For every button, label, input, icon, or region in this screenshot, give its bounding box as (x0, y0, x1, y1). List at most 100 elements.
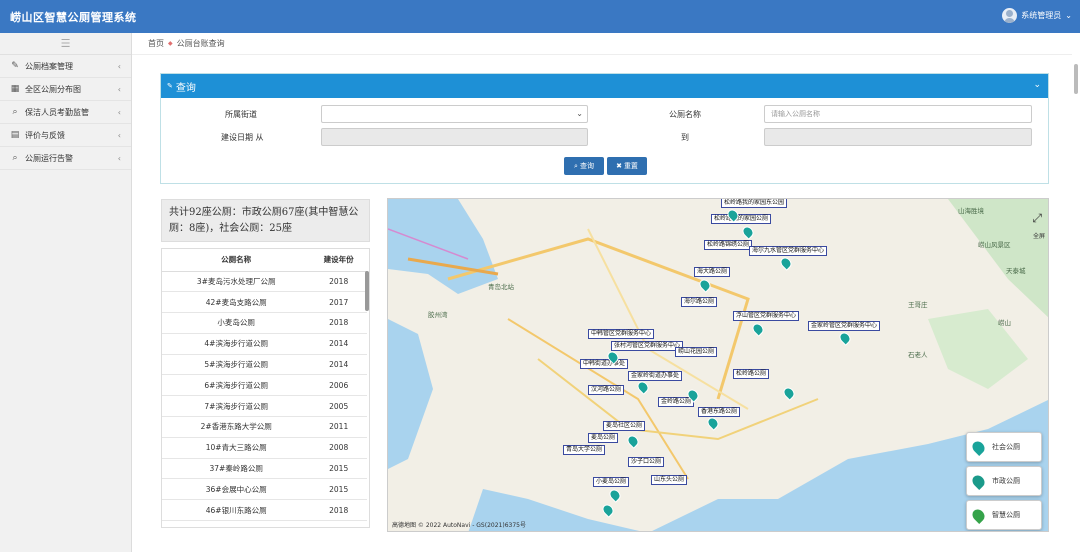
table-row[interactable]: 7#滨海步行道公厕 2005 (162, 395, 367, 418)
sidebar-item-records[interactable]: ✎ 公厕档案管理 ‹ (0, 55, 131, 78)
street-select[interactable]: ⌄ (321, 105, 588, 123)
search-icon: ⌕ (12, 107, 18, 117)
menu-toggle-icon[interactable]: ☰ (0, 33, 131, 55)
place-label: 胶州湾 (428, 311, 448, 319)
search-icon: ⌕ (12, 153, 18, 163)
tag-icon: ✎ (167, 82, 173, 90)
table-row[interactable]: 10#青大三路公厕 2008 (162, 437, 367, 459)
list-icon: ▤ (10, 130, 20, 140)
map-icon: ▦ (10, 84, 20, 94)
map-marker-label[interactable]: 汉河路公厕 (588, 385, 625, 395)
map-marker-label[interactable]: 金家岭街道办事处 (628, 371, 683, 381)
map-credit: 高德地图 © 2022 AutoNavi - GS(2021)6375号 (392, 522, 526, 529)
map-marker-label[interactable]: 青岛大学公厕 (563, 445, 606, 455)
column-header-year[interactable]: 建设年份 (310, 249, 367, 272)
table-row[interactable]: 3#麦岛污水处理厂公厕 2018 (162, 271, 367, 293)
map-marker-label[interactable]: 松岭路锦绣公厕 (704, 240, 753, 250)
sidebar-item-distribution[interactable]: ▦ 全区公厕分布图 ‹ (0, 78, 131, 101)
map-marker-label[interactable]: 张村河管区党群服务中心 (611, 341, 684, 351)
name-label: 公厕名称 (669, 110, 701, 119)
map-marker-label[interactable]: 山东头公厕 (651, 475, 688, 485)
table-row[interactable]: 4#滨海步行道公厕 2014 (162, 333, 367, 355)
table-scrollbar[interactable] (365, 271, 369, 311)
map-marker-label[interactable]: 麦岛社区公厕 (603, 421, 646, 431)
toilet-table: 公厕名称 建设年份 3#麦岛污水处理厂公厕 2018 42#麦岛支路公厕 2017 … (161, 248, 370, 528)
place-label: 山海胜境 (958, 207, 984, 215)
page-scrollbar[interactable] (1074, 64, 1078, 94)
close-icon: ✖ (616, 162, 622, 170)
street-label: 所属街道 (225, 110, 257, 119)
fullscreen-label[interactable]: 全屏 (1033, 231, 1045, 240)
place-label: 王哥庄 (908, 301, 928, 309)
map-marker-label[interactable]: 海尔九水管区党群服务中心 (749, 246, 828, 256)
map-marker-label[interactable]: 崂山花园公厕 (675, 347, 718, 357)
place-label: 崂山 (998, 319, 1011, 327)
sidebar: ☰ ✎ 公厕档案管理 ‹ ▦ 全区公厕分布图 ‹ ⌕ 保洁人员考勤监管 ‹ ▤ … (0, 33, 132, 552)
map-marker-label[interactable]: 香港东路公厕 (698, 407, 741, 417)
breadcrumb-home[interactable]: 首页 (148, 38, 164, 49)
table-row[interactable]: 42#麦岛支路公厕 2017 (162, 291, 367, 314)
map-marker-label[interactable]: 海大路公厕 (694, 267, 731, 277)
breadcrumb-separator-icon: ◆ (168, 40, 173, 47)
sidebar-item-alerts[interactable]: ⌕ 公厕运行告警 ‹ (0, 147, 131, 170)
table-row[interactable]: 小麦岛公厕 2018 (162, 312, 367, 334)
sidebar-item-feedback[interactable]: ▤ 评价与反馈 ‹ (0, 124, 131, 147)
chevron-left-icon: ‹ (117, 61, 121, 71)
place-label: 天泰城 (1006, 267, 1026, 275)
fullscreen-icon[interactable]: ⤢ (1032, 211, 1042, 226)
query-panel-header[interactable]: ✎ 查询 ⌄ (161, 74, 1048, 98)
map-marker-label[interactable]: 中韩管区党群服务中心 (588, 329, 655, 339)
reset-button[interactable]: ✖ 重置 (607, 157, 647, 175)
search-button[interactable]: ⌕ 查询 (564, 157, 604, 175)
date-from-label: 建设日期 从 (221, 133, 264, 142)
map-pin-icon (970, 472, 987, 490)
table-row[interactable]: 46#银川东路公厕 2018 (162, 499, 367, 522)
chevron-left-icon: ‹ (117, 84, 121, 94)
chevron-down-icon: ⌄ (1065, 11, 1072, 20)
legend-social-toilet[interactable]: 社会公厕 (966, 432, 1042, 462)
chevron-left-icon: ‹ (117, 153, 121, 163)
toilet-name-input[interactable]: 请输入公厕名称 (764, 105, 1032, 123)
date-to-label: 到 (681, 133, 689, 142)
place-label: 青岛北站 (488, 283, 514, 291)
top-bar: 崂山区智慧公厕管理系统 系统管理员 ⌄ (0, 0, 1080, 33)
user-menu[interactable]: 系统管理员 ⌄ (1002, 8, 1072, 23)
query-panel: ✎ 查询 ⌄ 所属街道 ⌄ 公厕名称 请输入公厕名称 建设日期 从 到 ⌕ 查询… (160, 73, 1049, 184)
search-icon: ⌕ (574, 161, 578, 170)
table-row[interactable]: 37#秦岭路公厕 2015 (162, 458, 367, 480)
table-row[interactable]: 6#滨海步行道公厕 2006 (162, 374, 367, 397)
map-pin-icon (970, 506, 987, 524)
table-row[interactable]: 5#滨海步行道公厕 2014 (162, 354, 367, 376)
map-marker-label[interactable]: 麦岛公厕 (588, 433, 619, 443)
map-marker-label[interactable]: 沙子口公厕 (628, 457, 665, 467)
table-row[interactable]: 2#香港东路大学公厕 2011 (162, 416, 367, 438)
map-marker-label[interactable]: 金家岭管区党群服务中心 (808, 321, 881, 331)
chevron-down-icon[interactable]: ⌄ (1033, 80, 1041, 90)
map-marker-label[interactable]: 浮山管区党群服务中心 (733, 311, 800, 321)
map-marker-label[interactable]: 松岭路我的家园公厕 (711, 214, 772, 224)
sidebar-item-label: 公厕档案管理 (25, 61, 73, 71)
sidebar-item-attendance[interactable]: ⌕ 保洁人员考勤监管 ‹ (0, 101, 131, 124)
chevron-down-icon: ⌄ (576, 109, 583, 118)
sidebar-item-label: 全区公厕分布图 (25, 84, 81, 94)
avatar-icon (1002, 8, 1018, 23)
place-label: 崂山风景区 (978, 241, 1011, 249)
map-marker-label[interactable]: 中韩街道办事处 (580, 359, 629, 369)
chevron-left-icon: ‹ (117, 107, 121, 117)
legend-smart-toilet[interactable]: 智慧公厕 (966, 500, 1042, 530)
chevron-left-icon: ‹ (117, 130, 121, 140)
date-to-input[interactable] (764, 128, 1032, 146)
date-from-input[interactable] (321, 128, 588, 146)
map-marker-label[interactable]: 松岭路我的家园东公园 (721, 199, 788, 208)
breadcrumb: 首页 ◆ 公厕台账查询 (132, 33, 1072, 55)
table-row[interactable]: 36#会展中心公厕 2015 (162, 478, 367, 501)
map-marker-label[interactable]: 小麦岛公厕 (593, 477, 630, 487)
legend-municipal-toilet[interactable]: 市政公厕 (966, 466, 1042, 496)
map-marker-label[interactable]: 海尔路公厕 (681, 297, 718, 307)
sidebar-item-label: 公厕运行告警 (25, 153, 73, 163)
app-title: 崂山区智慧公厕管理系统 (10, 11, 137, 24)
column-header-name[interactable]: 公厕名称 (162, 249, 311, 272)
toilet-distribution-map[interactable]: 青岛北站 胶州湾 崂山风景区 山海胜境 石老人 天泰城 王哥庄 崂山 松岭路我的… (387, 198, 1049, 532)
pencil-icon: ✎ (11, 61, 19, 71)
map-marker-label[interactable]: 松岭路公厕 (733, 369, 770, 379)
